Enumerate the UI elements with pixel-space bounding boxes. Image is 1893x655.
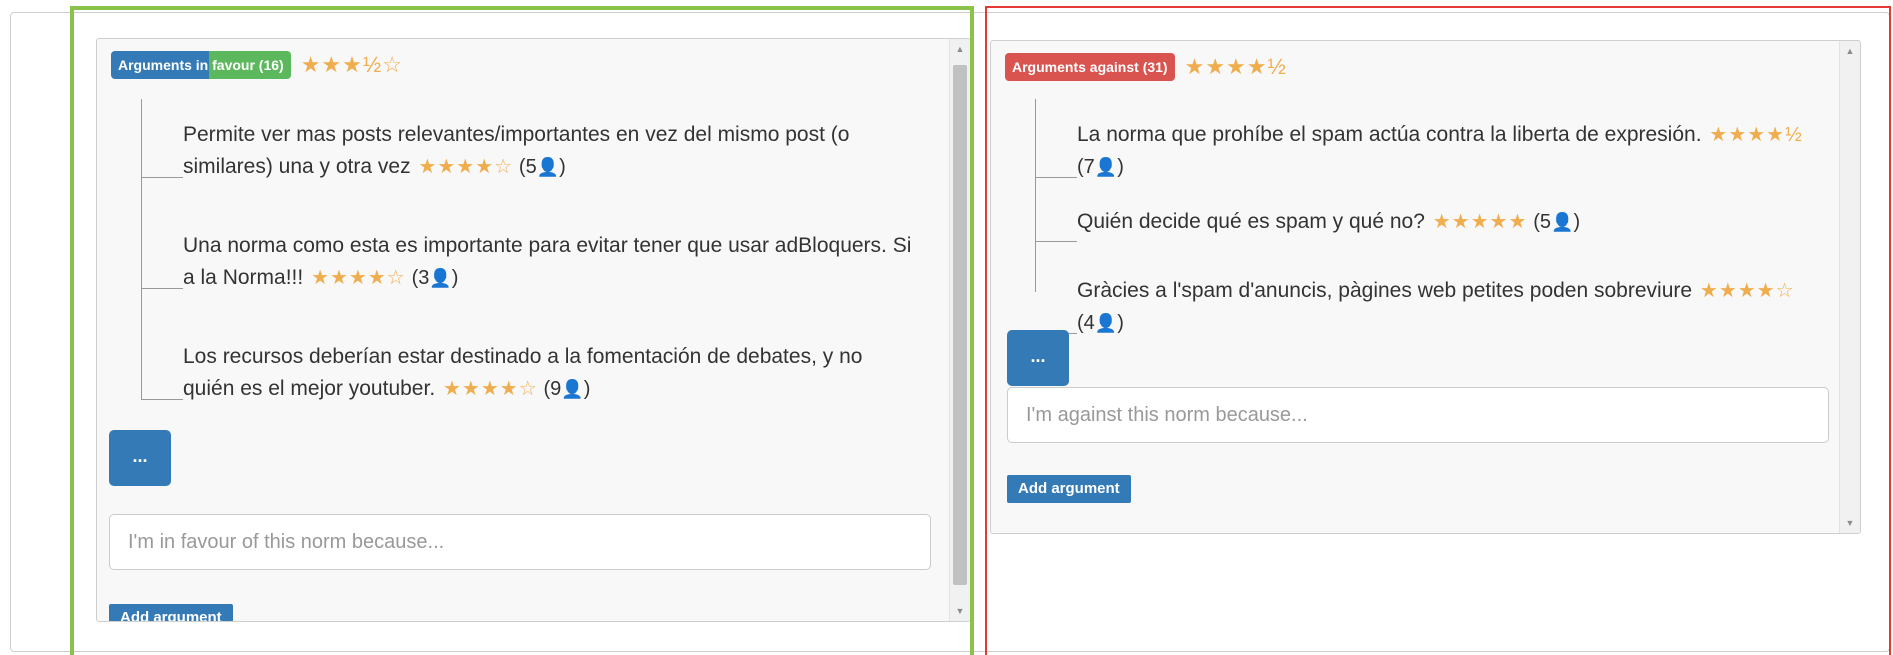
favour-header: Arguments in favour (16) ★★★½☆ — [111, 51, 403, 79]
tree-connector — [141, 119, 183, 178]
add-argument-button[interactable]: Add argument — [1007, 475, 1131, 503]
against-rating-stars[interactable]: ★★★★½ — [1185, 56, 1287, 78]
user-icon: 👤 — [429, 268, 452, 288]
more-arguments-button[interactable]: ... — [1007, 330, 1069, 386]
against-panel: Arguments against (31) ★★★★½ La norma qu… — [990, 40, 1861, 534]
user-icon: 👤 — [1551, 212, 1574, 232]
user-icon: 👤 — [1094, 313, 1118, 333]
user-icon: 👤 — [561, 379, 584, 399]
vote-count: (5 — [518, 156, 537, 178]
argument-stars[interactable]: ★★★★½ — [1709, 124, 1802, 146]
against-argument-3: Gràcies a l'spam d'anuncis, pàgines web … — [1035, 275, 1807, 339]
argument-text[interactable]: Quién decide qué es spam y qué no? — [1077, 210, 1425, 233]
vote-count: (5 — [1533, 211, 1552, 233]
against-header: Arguments against (31) ★★★★½ — [1005, 53, 1287, 81]
vote-count: (3 — [411, 267, 430, 289]
tree-connector — [141, 341, 183, 400]
tree-connector — [1035, 119, 1077, 178]
favour-rating-stars[interactable]: ★★★½☆ — [301, 54, 403, 76]
against-argument-1: La norma que prohíbe el spam actúa contr… — [1035, 119, 1807, 183]
favour-panel: Arguments in favour (16) ★★★½☆ Permite v… — [96, 38, 971, 622]
scroll-up-icon[interactable]: ▲ — [1840, 41, 1860, 61]
vote-count: (7 — [1077, 156, 1095, 178]
argument-stars[interactable]: ★★★★☆ — [418, 156, 513, 178]
against-scrollbar[interactable]: ▲ ▼ — [1839, 41, 1860, 533]
tree-connector — [141, 230, 183, 289]
top-cutoff-text — [0, 0, 1893, 12]
favour-argument-input[interactable]: I'm in favour of this norm because... — [109, 514, 931, 570]
favour-badge[interactable]: Arguments in favour (16) — [111, 51, 291, 79]
tree-connector — [1035, 206, 1077, 242]
scroll-down-icon[interactable]: ▼ — [1840, 513, 1860, 533]
more-arguments-button[interactable]: ... — [109, 430, 171, 486]
against-argument-2: Quién decide qué es spam y qué no? ★★★★★… — [1035, 206, 1807, 242]
user-icon: 👤 — [1094, 157, 1118, 177]
tree-connector — [1035, 275, 1077, 334]
argument-stars[interactable]: ★★★★☆ — [311, 267, 406, 289]
user-icon: 👤 — [536, 157, 560, 177]
argument-text[interactable]: La norma que prohíbe el spam actúa contr… — [1077, 123, 1702, 146]
against-argument-input[interactable]: I'm against this norm because... — [1007, 387, 1829, 443]
scroll-down-icon[interactable]: ▼ — [950, 601, 970, 621]
argument-text[interactable]: Una norma como esta es importante para e… — [183, 234, 911, 289]
argument-text[interactable]: Gràcies a l'spam d'anuncis, pàgines web … — [1077, 279, 1692, 302]
favour-argument-2: Una norma como esta es importante para e… — [141, 230, 913, 294]
scroll-up-icon[interactable]: ▲ — [950, 39, 970, 59]
favour-scrollbar[interactable]: ▲ ▼ — [949, 39, 970, 621]
argument-stars[interactable]: ★★★★☆ — [1700, 280, 1795, 302]
favour-argument-1: Permite ver mas posts relevantes/importa… — [141, 119, 913, 183]
vote-count: (4 — [1077, 312, 1095, 334]
favour-argument-3: Los recursos deberían estar destinado a … — [141, 341, 913, 405]
add-argument-button[interactable]: Add argument — [109, 604, 233, 621]
scroll-thumb[interactable] — [953, 65, 967, 585]
argument-stars[interactable]: ★★★★☆ — [443, 378, 538, 400]
argument-text[interactable]: Permite ver mas posts relevantes/importa… — [183, 123, 849, 178]
argument-stars[interactable]: ★★★★★ — [1433, 211, 1528, 233]
against-badge[interactable]: Arguments against (31) — [1005, 53, 1175, 81]
vote-count: (9 — [543, 378, 562, 400]
